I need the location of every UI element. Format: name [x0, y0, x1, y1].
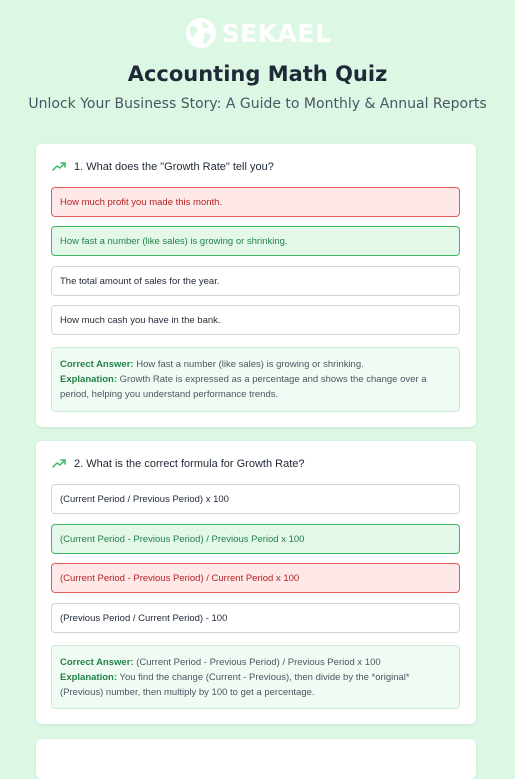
page-subtitle: Unlock Your Business Story: A Guide to M… — [28, 96, 487, 112]
trending-up-icon — [52, 459, 66, 468]
option-label: How much profit you made this month. — [60, 196, 223, 208]
correct-answer-line: Correct Answer: (Current Period - Previo… — [60, 655, 451, 670]
option-label: How much cash you have in the bank. — [60, 314, 221, 326]
correct-answer-line: Correct Answer: How fast a number (like … — [60, 357, 451, 372]
question-title: 2. What is the correct formula for Growt… — [52, 458, 305, 470]
question-text: What is the correct formula for Growth R… — [86, 458, 305, 470]
option-label: The total amount of sales for the year. — [60, 275, 220, 287]
answer-explanation-box: Correct Answer: How fast a number (like … — [51, 347, 460, 412]
correct-answer-text: How fast a number (like sales) is growin… — [136, 359, 364, 370]
explanation-line: Explanation: You find the change (Curren… — [60, 670, 451, 700]
answer-option-correct[interactable]: How fast a number (like sales) is growin… — [51, 226, 460, 256]
correct-answer-label: Correct Answer: — [60, 657, 134, 668]
answer-option-wrong[interactable]: (Current Period - Previous Period) / Cur… — [51, 563, 460, 593]
globe-logo-icon — [185, 18, 216, 48]
question-number: 2. — [74, 458, 84, 470]
explanation-label: Explanation: — [60, 374, 118, 385]
question-text: What does the "Growth Rate" tell you? — [86, 161, 274, 173]
question-title: 1. What does the "Growth Rate" tell you? — [52, 161, 274, 173]
page-title: Accounting Math Quiz — [127, 62, 388, 86]
question-card-3 — [36, 739, 476, 779]
explanation-line: Explanation: Growth Rate is expressed as… — [60, 372, 451, 402]
correct-answer-label: Correct Answer: — [60, 359, 134, 370]
brand-name: SEKAEL — [221, 18, 332, 48]
explanation-label: Explanation: — [60, 672, 118, 683]
trending-up-icon — [52, 162, 66, 171]
answer-option[interactable]: How much cash you have in the bank. — [51, 305, 460, 335]
correct-answer-text: (Current Period - Previous Period) / Pre… — [136, 657, 381, 668]
option-label: (Previous Period / Current Period) - 100 — [60, 612, 228, 624]
option-label: How fast a number (like sales) is growin… — [60, 235, 288, 247]
answer-explanation-box: Correct Answer: (Current Period - Previo… — [51, 645, 460, 709]
answer-option[interactable]: (Current Period / Previous Period) x 100 — [51, 484, 460, 514]
answer-option[interactable]: (Previous Period / Current Period) - 100 — [51, 603, 460, 633]
question-card-2: 2. What is the correct formula for Growt… — [36, 441, 476, 724]
answer-option[interactable]: The total amount of sales for the year. — [51, 266, 460, 296]
option-label: (Current Period - Previous Period) / Cur… — [60, 572, 300, 584]
question-card-1: 1. What does the "Growth Rate" tell you?… — [36, 144, 476, 427]
answer-option-wrong[interactable]: How much profit you made this month. — [51, 187, 460, 217]
option-label: (Current Period - Previous Period) / Pre… — [60, 533, 305, 545]
question-number: 1. — [74, 161, 84, 173]
answer-option-correct[interactable]: (Current Period - Previous Period) / Pre… — [51, 524, 460, 554]
option-label: (Current Period / Previous Period) x 100 — [60, 493, 229, 505]
brand-logo[interactable]: SEKAEL — [0, 14, 515, 52]
